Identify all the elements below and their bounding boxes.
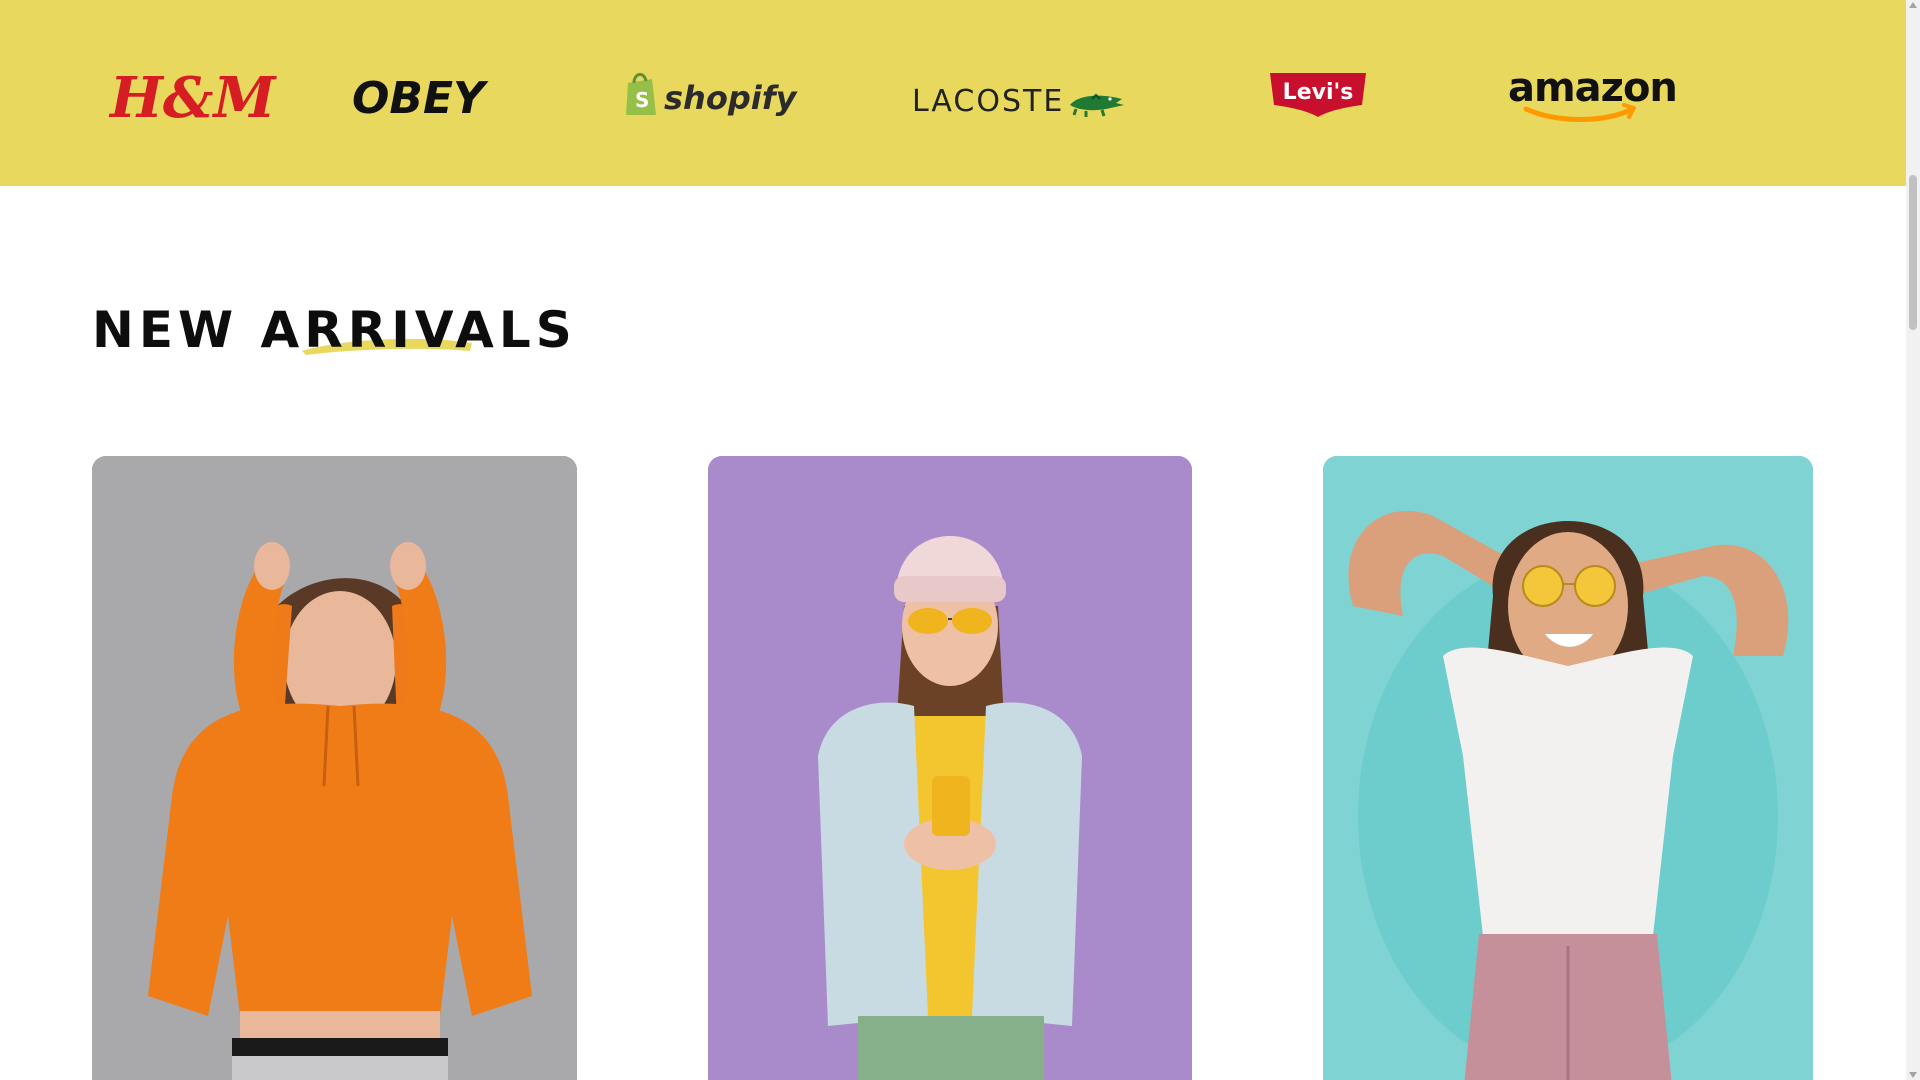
svg-text:Levi's: Levi's: [1283, 80, 1354, 105]
lacoste-logo-icon: LACOSTE: [912, 84, 1124, 119]
brand-logo-hm[interactable]: H&M: [108, 60, 277, 131]
obey-logo-icon: OBEY: [352, 73, 489, 124]
svg-text:amazon: amazon: [1508, 65, 1677, 111]
scroll-up-arrow-icon[interactable]: [1909, 2, 1917, 8]
svg-text:LACOSTE: LACOSTE: [912, 84, 1064, 119]
section-title-new-arrivals: NEW ARRIVALS: [92, 301, 577, 359]
product-card-3[interactable]: [1323, 456, 1813, 1080]
vertical-scrollbar[interactable]: [1906, 0, 1920, 1080]
crocodile-icon: [1070, 93, 1124, 117]
brand-logo-obey[interactable]: OBEY: [350, 60, 489, 130]
product-card-1[interactable]: [92, 456, 577, 1080]
svg-text:H&M: H&M: [108, 65, 277, 131]
svg-text:shopify: shopify: [664, 79, 798, 117]
brand-logo-lacoste[interactable]: LACOSTE: [910, 60, 1126, 130]
page: H&M OBEY S shopify LACOSTE Levi's amazon…: [0, 0, 1920, 1080]
svg-text:OBEY: OBEY: [352, 73, 489, 124]
hm-logo-icon: H&M: [108, 65, 277, 131]
amazon-logo-icon: amazon: [1508, 65, 1678, 122]
svg-text:S: S: [635, 88, 649, 112]
woman-orange-hoodie-photo: [92, 456, 577, 1080]
woman-denim-jacket-phone-photo: [708, 456, 1192, 1080]
scroll-down-arrow-icon[interactable]: [1909, 1072, 1917, 1078]
brand-logo-shopify[interactable]: S shopify: [622, 60, 798, 130]
product-card-2[interactable]: [708, 456, 1192, 1080]
woman-white-tee-sunglasses-photo: [1323, 456, 1813, 1080]
shopify-logo-icon: S shopify: [626, 73, 798, 117]
brand-logo-bar: H&M OBEY S shopify LACOSTE Levi's amazon: [0, 0, 1906, 186]
brand-logo-amazon[interactable]: amazon: [1506, 60, 1678, 130]
brand-logo-levis[interactable]: Levi's: [1268, 60, 1368, 130]
levis-logo-icon: Levi's: [1270, 73, 1366, 117]
scrollbar-thumb[interactable]: [1909, 175, 1917, 330]
